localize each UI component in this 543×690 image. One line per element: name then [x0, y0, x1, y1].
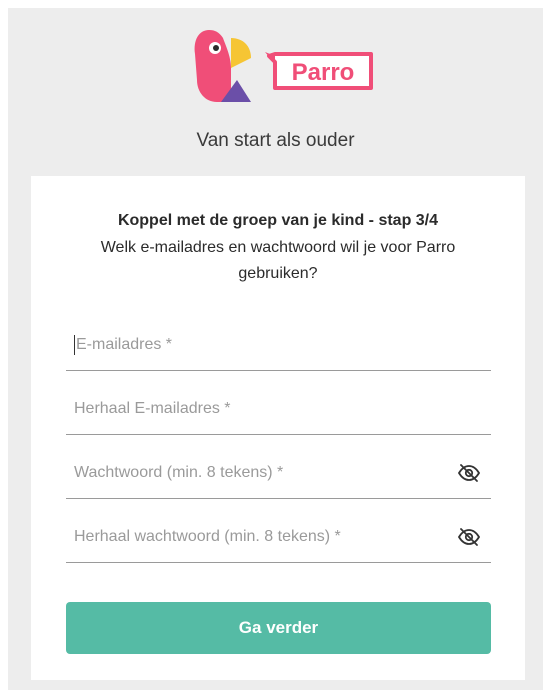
page-heading: Van start als ouder: [196, 130, 355, 151]
continue-button[interactable]: Ga verder: [66, 602, 491, 654]
page-background: Parro Van start als ouder Koppel met de …: [8, 8, 543, 690]
card-title: Koppel met de groep van je kind - stap 3…: [117, 212, 439, 229]
parrot-logo-icon: Parro: [194, 30, 373, 102]
password-input[interactable]: [66, 447, 491, 498]
parro-logo: Parro: [191, 26, 381, 116]
password-repeat-input[interactable]: [66, 511, 491, 562]
card-subtitle: Welk e-mailadres en wachtwoord wil je vo…: [100, 239, 456, 282]
eye-slash-icon[interactable]: [457, 461, 481, 485]
eye-slash-icon[interactable]: [457, 525, 481, 549]
email-repeat-field-wrapper: [66, 383, 491, 435]
password-repeat-field-wrapper: [66, 511, 491, 563]
password-field-wrapper: [66, 447, 491, 499]
email-input[interactable]: [66, 319, 491, 370]
email-field-wrapper: [66, 319, 491, 371]
email-repeat-input[interactable]: [66, 383, 491, 434]
brand-name: Parro: [292, 59, 355, 86]
signup-card: Koppel met de groep van je kind - stap 3…: [31, 176, 525, 680]
